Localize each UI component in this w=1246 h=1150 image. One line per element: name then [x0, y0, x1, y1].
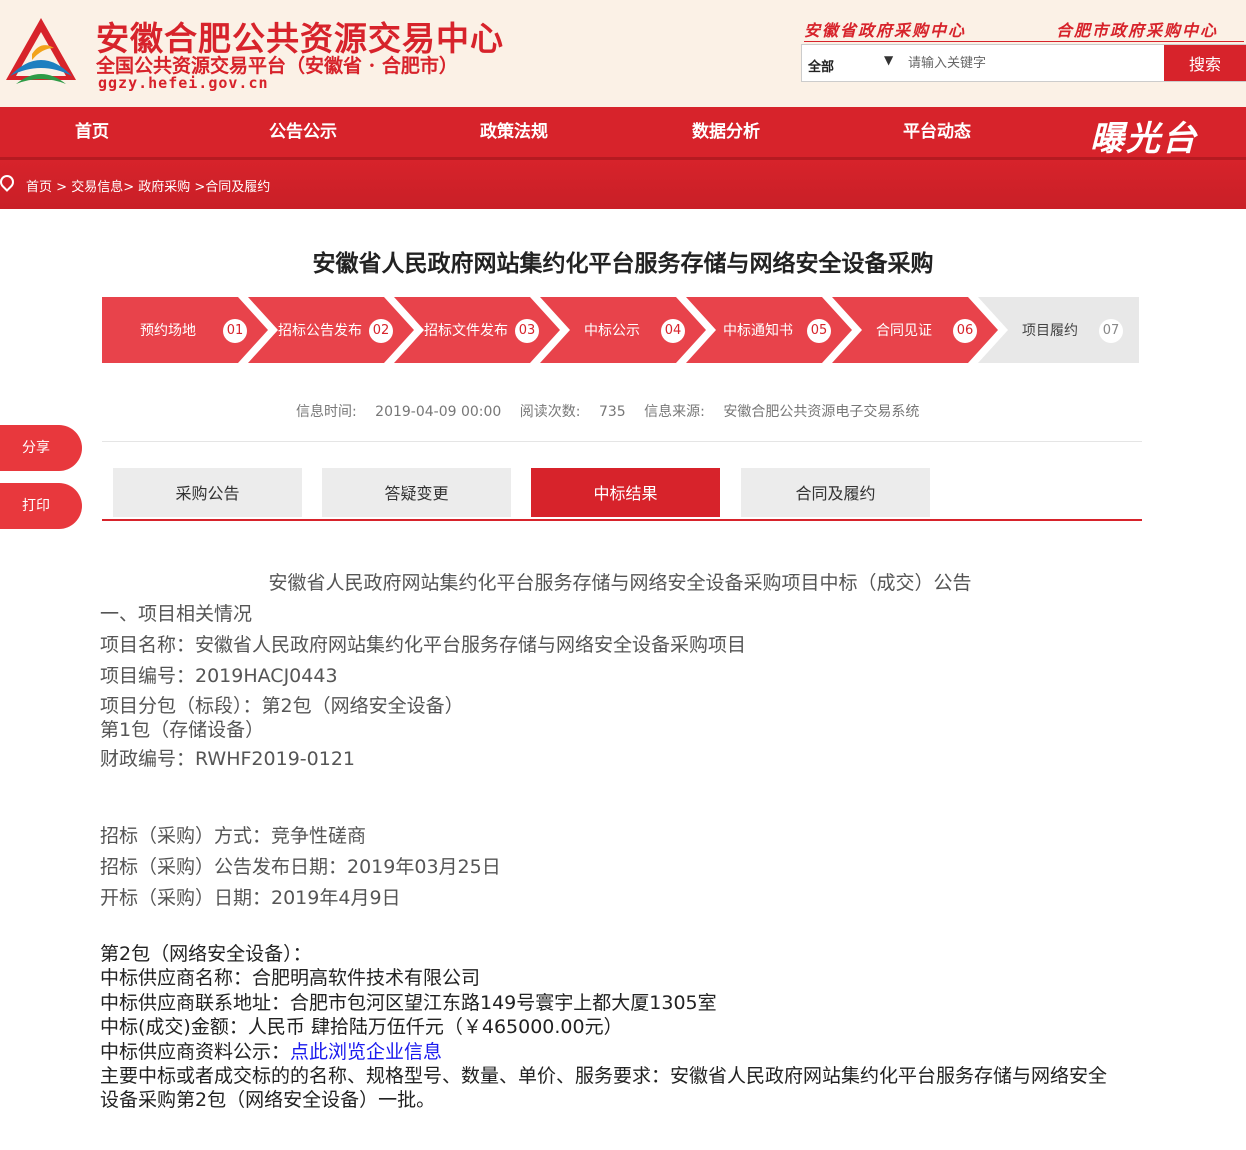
step-label: 招标文件发布 — [424, 323, 508, 339]
print-button[interactable]: 打印 — [0, 483, 82, 529]
nav-exposure-brand[interactable]: 曝光台 — [1090, 111, 1198, 160]
step-label: 项目履约 — [1022, 323, 1078, 339]
location-pin-icon — [0, 172, 17, 192]
project-name: 项目名称：安徽省人民政府网站集约化平台服务存储与网络安全设备采购项目 — [100, 634, 747, 656]
header-divider — [804, 41, 1244, 42]
supplier-info-link[interactable]: 点此浏览企业信息 — [290, 1041, 442, 1063]
breadcrumb-trail: 首页 > 交易信息> 政府采购 >合同及履约 — [26, 176, 270, 195]
tab-contract-performance[interactable]: 合同及履约 — [741, 468, 930, 517]
tab-award-result[interactable]: 中标结果 — [531, 468, 720, 517]
breadcrumb-gov-procurement[interactable]: 政府采购 — [138, 180, 190, 195]
supplier-info-row: 中标供应商资料公示：点此浏览企业信息 — [100, 1037, 442, 1064]
nav-item-announcements[interactable]: 公告公示 — [223, 107, 383, 157]
main-nav: 首页 公告公示 政策法规 数据分析 平台动态 曝光台 — [0, 107, 1246, 160]
nav-item-platform-news[interactable]: 平台动态 — [857, 107, 1017, 157]
breadcrumb-trade-info[interactable]: 交易信息 — [71, 180, 123, 195]
meta-views-value: 735 — [598, 404, 626, 420]
step-tender-documents[interactable]: 招标文件发布 03 — [394, 297, 560, 363]
page-title: 安徽省人民政府网站集约化平台服务存储与网络安全设备采购 — [312, 251, 934, 277]
step-number: 03 — [515, 319, 539, 343]
tab-procurement-announcement[interactable]: 采购公告 — [113, 468, 302, 517]
site-domain: ggzy.hefei.gov.cn — [98, 74, 269, 92]
supplier-info-label: 中标供应商资料公示： — [100, 1041, 291, 1063]
nav-item-policy[interactable]: 政策法规 — [434, 107, 594, 157]
meta-time-value: 2019-04-09 00:00 — [375, 404, 502, 420]
step-number: 04 — [661, 319, 685, 343]
project-number: 项目编号：2019HACJ0443 — [100, 665, 338, 687]
site-header: 安徽合肥公共资源交易中心 全国公共资源交易平台（安徽省 · 合肥市） ggzy.… — [0, 0, 1246, 107]
procurement-method: 招标（采购）方式：竞争性磋商 — [100, 825, 367, 847]
meta-source-value: 安徽合肥公共资源电子交易系统 — [723, 404, 920, 420]
publish-date: 招标（采购）公告发布日期：2019年03月25日 — [100, 856, 501, 878]
step-contract-witness[interactable]: 合同见证 06 — [832, 297, 998, 363]
chevron-down-icon: ▼ — [884, 53, 894, 67]
award-amount: 中标(成交)金额：人民币 肆拾陆万伍仟元（￥465000.00元） — [100, 1016, 623, 1038]
step-number: 07 — [1099, 319, 1123, 343]
section-heading: 一、项目相关情况 — [100, 603, 253, 625]
step-project-performance[interactable]: 项目履约 07 — [978, 297, 1139, 363]
tab-qa-changes[interactable]: 答疑变更 — [322, 468, 511, 517]
step-number: 02 — [369, 319, 393, 343]
link-province-procurement[interactable]: 安徽省政府采购中心 — [804, 17, 966, 41]
content-tabs: 采购公告 答疑变更 中标结果 合同及履约 — [102, 468, 1142, 521]
step-label: 招标公告发布 — [278, 323, 362, 339]
step-number: 05 — [807, 319, 831, 343]
meta-source-label: 信息来源: — [644, 404, 705, 420]
share-button[interactable]: 分享 — [0, 425, 82, 471]
breadcrumb-home[interactable]: 首页 — [26, 180, 52, 195]
step-tender-announcement[interactable]: 招标公告发布 02 — [248, 297, 414, 363]
project-lot-2: 第1包（存储设备） — [100, 719, 265, 741]
step-award-publicity[interactable]: 中标公示 04 — [540, 297, 706, 363]
breadcrumb-current: 合同及履约 — [205, 180, 271, 195]
meta-time-label: 信息时间: — [296, 404, 357, 420]
breadcrumb-separator: > — [52, 180, 72, 195]
open-date: 开标（采购）日期：2019年4月9日 — [100, 887, 401, 909]
search-box: 全部 ▼ 搜索 — [801, 44, 1246, 82]
breadcrumb: 首页 > 交易信息> 政府采购 >合同及履约 — [0, 160, 1246, 209]
requirement-line-1: 主要中标或者成交标的的名称、规格型号、数量、单价、服务要求：安徽省人民政府网站集… — [100, 1065, 1108, 1087]
search-category-select[interactable]: 全部 ▼ — [802, 45, 902, 81]
finance-number: 财政编号：RWHF2019-0121 — [100, 748, 355, 770]
search-input[interactable] — [908, 45, 1158, 81]
nav-item-home[interactable]: 首页 — [12, 107, 172, 157]
search-button[interactable]: 搜索 — [1164, 45, 1246, 81]
search-category-value: 全部 — [808, 60, 835, 75]
site-logo-icon[interactable] — [2, 14, 80, 92]
step-number: 06 — [953, 319, 977, 343]
supplier-name: 中标供应商名称：合肥明高软件技术有限公司 — [100, 967, 481, 989]
nav-item-data-analysis[interactable]: 数据分析 — [646, 107, 806, 157]
breadcrumb-separator: > — [190, 180, 206, 195]
step-label: 预约场地 — [140, 323, 196, 339]
step-reserve-venue[interactable]: 预约场地 01 — [102, 297, 268, 363]
link-city-procurement[interactable]: 合肥市政府采购中心 — [1056, 17, 1218, 41]
progress-steps: 预约场地 01 招标公告发布 02 招标文件发布 03 中标公示 04 中标通知… — [102, 297, 1139, 363]
step-number: 01 — [223, 319, 247, 343]
announcement-heading: 安徽省人民政府网站集约化平台服务存储与网络安全设备采购项目中标（成交）公告 — [268, 572, 972, 594]
step-label: 合同见证 — [876, 323, 932, 339]
supplier-address: 中标供应商联系地址：合肥市包河区望江东路149号寰宇上都大厦1305室 — [100, 992, 717, 1014]
step-award-notice[interactable]: 中标通知书 05 — [686, 297, 852, 363]
step-label: 中标通知书 — [723, 323, 793, 339]
project-lot: 项目分包（标段）：第2包（网络安全设备） — [100, 695, 464, 717]
meta-views-label: 阅读次数: — [519, 404, 581, 420]
meta-divider — [102, 441, 1142, 442]
step-label: 中标公示 — [584, 323, 640, 339]
article-meta: 信息时间: 2019-04-09 00:00 阅读次数: 735 信息来源: 安… — [296, 401, 933, 421]
package-heading: 第2包（网络安全设备）： — [100, 943, 312, 965]
requirement-line-2: 设备采购第2包（网络安全设备）一批。 — [100, 1089, 436, 1111]
breadcrumb-separator: > — [123, 180, 139, 195]
